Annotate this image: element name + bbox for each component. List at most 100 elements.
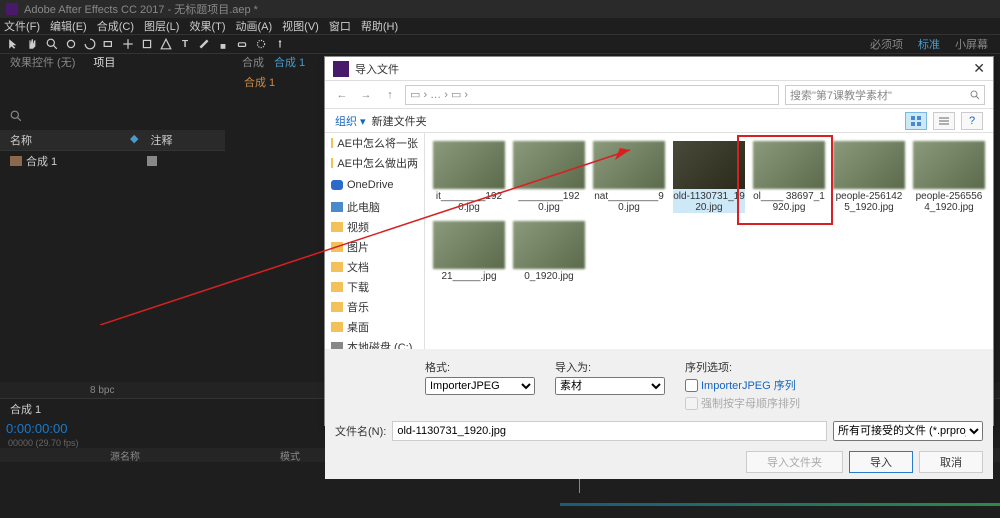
brush-tool-icon[interactable]	[196, 36, 212, 52]
zoom-tool-icon[interactable]	[44, 36, 60, 52]
col-name[interactable]: 名称	[10, 132, 130, 148]
sidebar-label: 音乐	[347, 299, 369, 315]
filetype-select[interactable]: 所有可接受的文件 (*.prproj*.c	[833, 421, 983, 441]
project-panel: 效果控件 (无) 项目 名称 ◆ 注释 合成 1	[0, 54, 225, 384]
folder-icon	[331, 222, 343, 232]
work-area[interactable]	[560, 503, 1000, 506]
file-item[interactable]: 0_1920.jpg	[513, 221, 585, 282]
sidebar-item-music[interactable]: 音乐	[325, 297, 424, 317]
seq-checkbox-row[interactable]: ImporterJPEG 序列	[685, 377, 800, 393]
close-button[interactable]: ✕	[973, 60, 985, 77]
menu-view[interactable]: 视图(V)	[282, 18, 319, 34]
sidebar-item-thispc[interactable]: 此电脑	[325, 197, 424, 217]
stamp-tool-icon[interactable]	[215, 36, 231, 52]
path-bar[interactable]: ▭ › … › ▭ ›	[405, 85, 779, 105]
dialog-buttons: 导入文件夹 导入 取消	[335, 447, 983, 473]
ws-small[interactable]: 小屏幕	[955, 36, 988, 52]
sidebar-item-desktop[interactable]: 桌面	[325, 317, 424, 337]
dialog-search[interactable]: 搜索"第7课教学素材"	[785, 85, 985, 105]
menu-help[interactable]: 帮助(H)	[361, 18, 398, 34]
import-button[interactable]: 导入	[849, 451, 913, 473]
view-thumbnails-button[interactable]	[905, 112, 927, 130]
tab-effects-controls[interactable]: 效果控件 (无)	[10, 54, 75, 70]
sidebar-item-downloads[interactable]: 下载	[325, 277, 424, 297]
orbit-tool-icon[interactable]	[63, 36, 79, 52]
project-item-comp1[interactable]: 合成 1	[0, 151, 225, 171]
puppet-tool-icon[interactable]	[272, 36, 288, 52]
import-folder-button[interactable]: 导入文件夹	[746, 451, 843, 473]
folder-icon	[331, 138, 333, 148]
ws-standard[interactable]: 标准	[918, 36, 940, 52]
menu-comp[interactable]: 合成(C)	[97, 18, 134, 34]
organize-button[interactable]: 组织 ▾	[335, 113, 366, 129]
ws-essentials[interactable]: 必须项	[870, 36, 903, 52]
folder-icon	[331, 242, 343, 252]
menu-effect[interactable]: 效果(T)	[189, 18, 225, 34]
hand-tool-icon[interactable]	[25, 36, 41, 52]
selection-tool-icon[interactable]	[6, 36, 22, 52]
filename-row: 文件名(N): 所有可接受的文件 (*.prproj*.c	[335, 415, 983, 447]
file-item[interactable]: ________192 0.jpg	[513, 141, 585, 213]
file-thumbnail	[833, 141, 905, 189]
project-search[interactable]	[10, 110, 215, 122]
nav-back-icon[interactable]: ←	[333, 86, 351, 104]
file-label: old-1130731_19 20.jpg	[673, 191, 745, 213]
file-item[interactable]: nat_________9 0.jpg	[593, 141, 665, 213]
tab-comp-name[interactable]: 合成 1	[274, 54, 305, 70]
roto-tool-icon[interactable]	[253, 36, 269, 52]
camera-tool-icon[interactable]	[101, 36, 117, 52]
file-item[interactable]: people-256556 4_1920.jpg	[913, 141, 985, 213]
shape-tool-icon[interactable]	[139, 36, 155, 52]
dialog-bottom: 格式: ImporterJPEG 导入为: 素材 序列选项: ImporterJ…	[325, 349, 993, 479]
filename-input[interactable]	[392, 421, 827, 441]
file-item-selected[interactable]: old-1130731_19 20.jpg	[673, 141, 745, 213]
search-placeholder: 搜索"第7课教学素材"	[790, 87, 892, 103]
menu-anim[interactable]: 动画(A)	[236, 18, 273, 34]
sidebar-item-folder1[interactable]: AE中怎么将一张	[325, 133, 424, 153]
file-item[interactable]: ol____ 38697_1920.jpg	[753, 141, 825, 213]
tab-project[interactable]: 项目	[93, 54, 115, 70]
rotation-tool-icon[interactable]	[82, 36, 98, 52]
menu-layer[interactable]: 图层(L)	[144, 18, 179, 34]
file-item[interactable]: it________192 0.jpg	[433, 141, 505, 213]
sidebar-item-folder2[interactable]: AE中怎么做出两	[325, 153, 424, 173]
cancel-button[interactable]: 取消	[919, 451, 983, 473]
menu-window[interactable]: 窗口	[329, 18, 351, 34]
sidebar-label: 视频	[347, 219, 369, 235]
text-tool-icon[interactable]: T	[177, 36, 193, 52]
sidebar-item-drive-c[interactable]: 本地磁盘 (C:)	[325, 337, 424, 349]
bpc-indicator[interactable]: 8 bpc	[90, 385, 114, 396]
help-button[interactable]: ?	[961, 112, 983, 130]
pen-tool-icon[interactable]	[158, 36, 174, 52]
import-as-select[interactable]: 素材	[555, 377, 665, 395]
sidebar-item-videos[interactable]: 视频	[325, 217, 424, 237]
col-mode[interactable]: 模式	[280, 448, 300, 462]
format-select[interactable]: ImporterJPEG	[425, 377, 535, 395]
newfolder-button[interactable]: 新建文件夹	[372, 113, 427, 129]
col-type-icon: ◆	[130, 132, 138, 148]
view-list-button[interactable]	[933, 112, 955, 130]
nav-up-icon[interactable]: ↑	[381, 86, 399, 104]
menu-file[interactable]: 文件(F)	[4, 18, 40, 34]
seq-checkbox[interactable]	[685, 379, 698, 392]
sidebar-item-onedrive[interactable]: OneDrive	[325, 177, 424, 193]
dialog-body: AE中怎么将一张 AE中怎么做出两 OneDrive 此电脑 视频 图片 文档 …	[325, 133, 993, 349]
file-thumbnail	[513, 141, 585, 189]
nav-forward-icon[interactable]: →	[357, 86, 375, 104]
menu-edit[interactable]: 编辑(E)	[50, 18, 87, 34]
file-item[interactable]: 21_____.jpg	[433, 221, 505, 282]
folder-icon	[331, 262, 343, 272]
tab-comp[interactable]: 合成	[242, 54, 264, 70]
folder-icon	[331, 302, 343, 312]
sidebar-item-docs[interactable]: 文档	[325, 257, 424, 277]
anchor-tool-icon[interactable]	[120, 36, 136, 52]
col-comment[interactable]: 注释	[150, 132, 172, 148]
eraser-tool-icon[interactable]	[234, 36, 250, 52]
file-item[interactable]: people-256142 5_1920.jpg	[833, 141, 905, 213]
comp-breadcrumb[interactable]: 合成 1	[232, 70, 322, 94]
col-source[interactable]: 源名称	[110, 448, 140, 462]
sidebar-item-pictures[interactable]: 图片	[325, 237, 424, 257]
toolbar: T 必须项 标准 小屏幕	[0, 34, 1000, 54]
timeline-tab-comp1[interactable]: 合成 1	[10, 401, 41, 417]
folder-icon	[331, 322, 343, 332]
